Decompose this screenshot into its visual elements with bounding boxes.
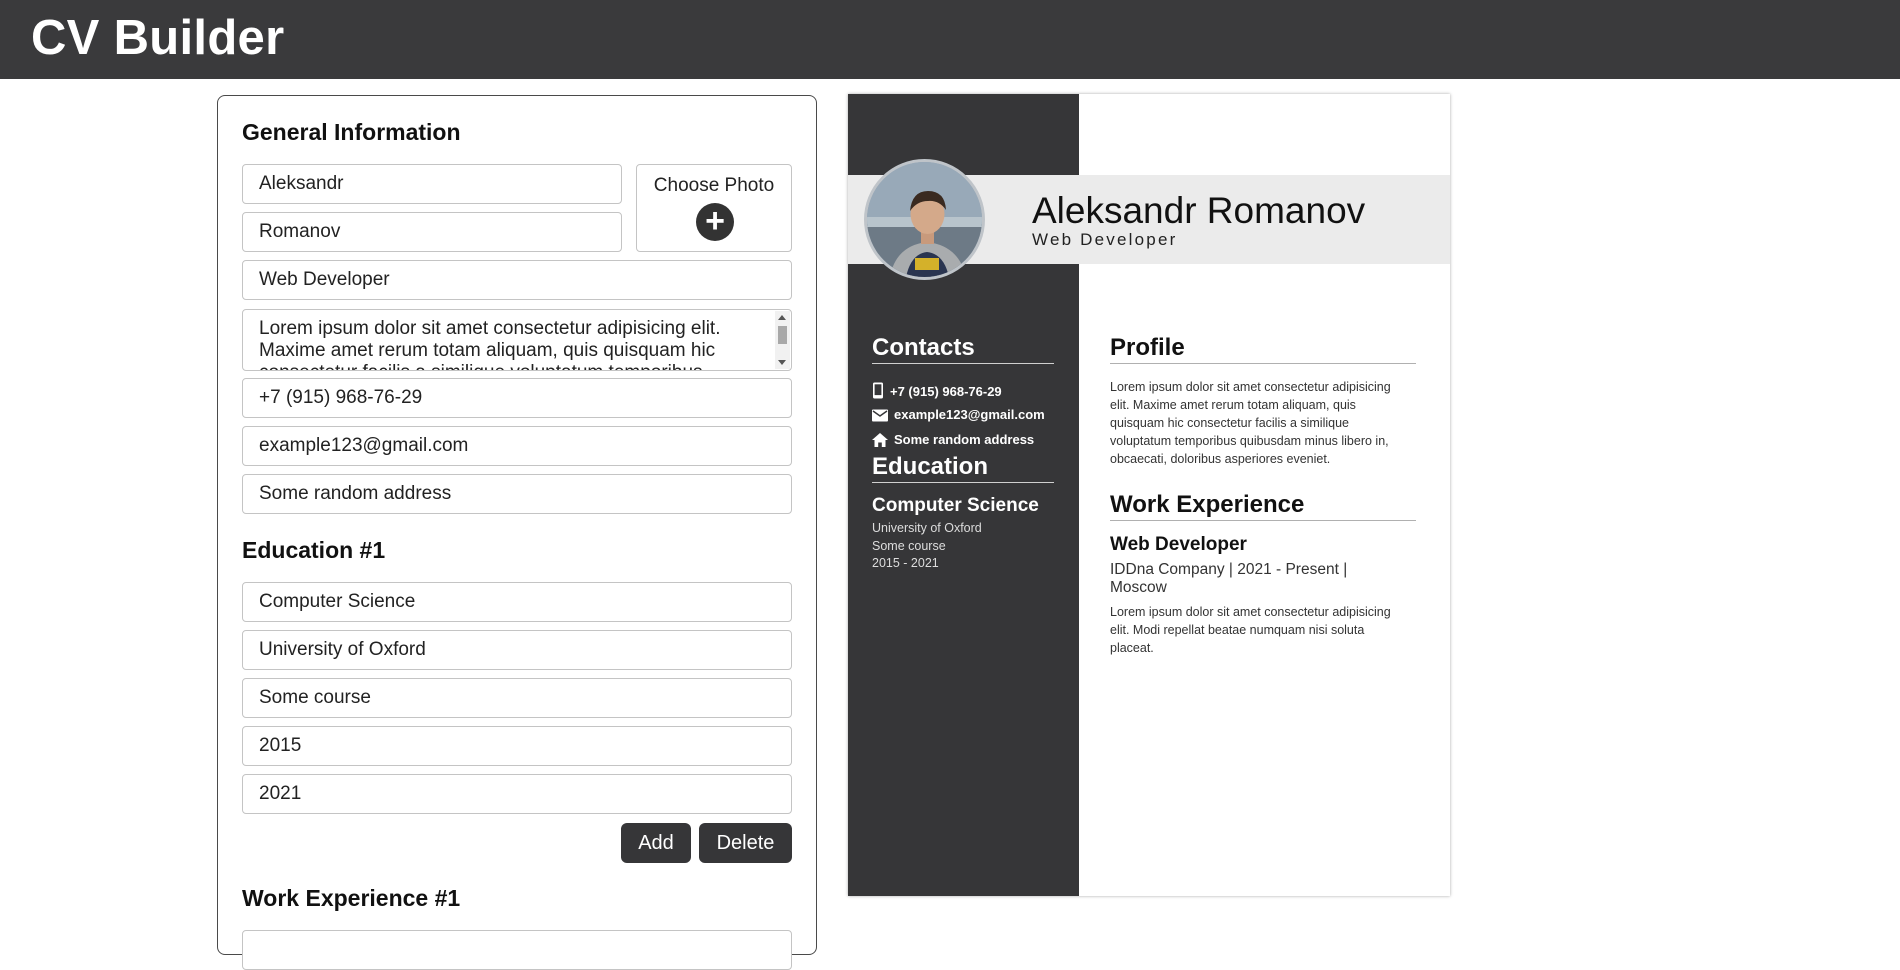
editor-panel: General Information Choose Photo + Lorem…	[217, 95, 817, 970]
choose-photo-label: Choose Photo	[653, 175, 775, 196]
cv-email-row: example123@gmail.com	[872, 407, 1045, 422]
end-year-input[interactable]	[242, 774, 792, 814]
work-experience-heading: Work Experience #1	[242, 885, 461, 911]
cv-job-title: Web Developer	[1032, 230, 1178, 249]
cv-email: example123@gmail.com	[894, 407, 1045, 422]
cv-edu-course: Some course	[872, 539, 946, 553]
textarea-scrollbar[interactable]	[775, 311, 790, 369]
cv-preview: Aleksandr Romanov Web Developer Contacts…	[848, 94, 1450, 896]
cv-profile-heading: Profile	[1110, 334, 1416, 364]
address-input[interactable]	[242, 474, 792, 514]
education-heading: Education #1	[242, 537, 386, 563]
degree-input[interactable]	[242, 582, 792, 622]
cv-work-heading: Work Experience	[1110, 491, 1416, 521]
choose-photo-button[interactable]: Choose Photo +	[636, 164, 792, 252]
cv-work-title: Web Developer	[1110, 534, 1247, 555]
cv-edu-degree: Computer Science	[872, 495, 1039, 516]
cv-profile-text: Lorem ipsum dolor sit amet consectetur a…	[1110, 380, 1391, 466]
description-textarea[interactable]: Lorem ipsum dolor sit amet consectetur a…	[242, 309, 792, 371]
scroll-down-arrow-icon[interactable]	[778, 360, 786, 365]
plus-icon: +	[696, 203, 734, 241]
cv-edu-university: University of Oxford	[872, 521, 982, 535]
cv-address-row: Some random address	[872, 432, 1034, 447]
cv-phone: +7 (915) 968-76-29	[890, 384, 1002, 399]
cv-name: Aleksandr Romanov	[1032, 190, 1366, 231]
email-icon	[872, 409, 888, 422]
cv-education-heading: Education	[872, 453, 1054, 483]
phone-icon	[873, 382, 883, 399]
work-position-input[interactable]	[242, 930, 792, 970]
phone-input[interactable]	[242, 378, 792, 418]
last-name-input[interactable]	[242, 212, 622, 252]
add-education-button[interactable]: Add	[621, 823, 691, 863]
university-input[interactable]	[242, 630, 792, 670]
email-input[interactable]	[242, 426, 792, 466]
job-title-input[interactable]	[242, 260, 792, 300]
first-name-input[interactable]	[242, 164, 622, 204]
cv-edu-years: 2015 - 2021	[872, 556, 939, 570]
cv-contacts-heading: Contacts	[872, 334, 1054, 364]
start-year-input[interactable]	[242, 726, 792, 766]
general-info-heading: General Information	[242, 119, 461, 145]
description-text: Lorem ipsum dolor sit amet consectetur a…	[259, 318, 721, 370]
delete-education-button[interactable]: Delete	[699, 823, 792, 863]
app-title: CV Builder	[31, 11, 285, 65]
scroll-up-arrow-icon[interactable]	[778, 315, 786, 320]
cv-phone-row: +7 (915) 968-76-29	[872, 382, 1002, 399]
scroll-thumb[interactable]	[778, 326, 787, 344]
course-input[interactable]	[242, 678, 792, 718]
home-icon	[872, 433, 888, 447]
avatar	[864, 159, 985, 280]
cv-work-meta: IDDna Company | 2021 - Present | Moscow	[1110, 561, 1348, 596]
cv-address: Some random address	[894, 432, 1035, 447]
app-header: CV Builder	[0, 0, 1900, 79]
cv-work-text: Lorem ipsum dolor sit amet consectetur a…	[1110, 605, 1391, 655]
